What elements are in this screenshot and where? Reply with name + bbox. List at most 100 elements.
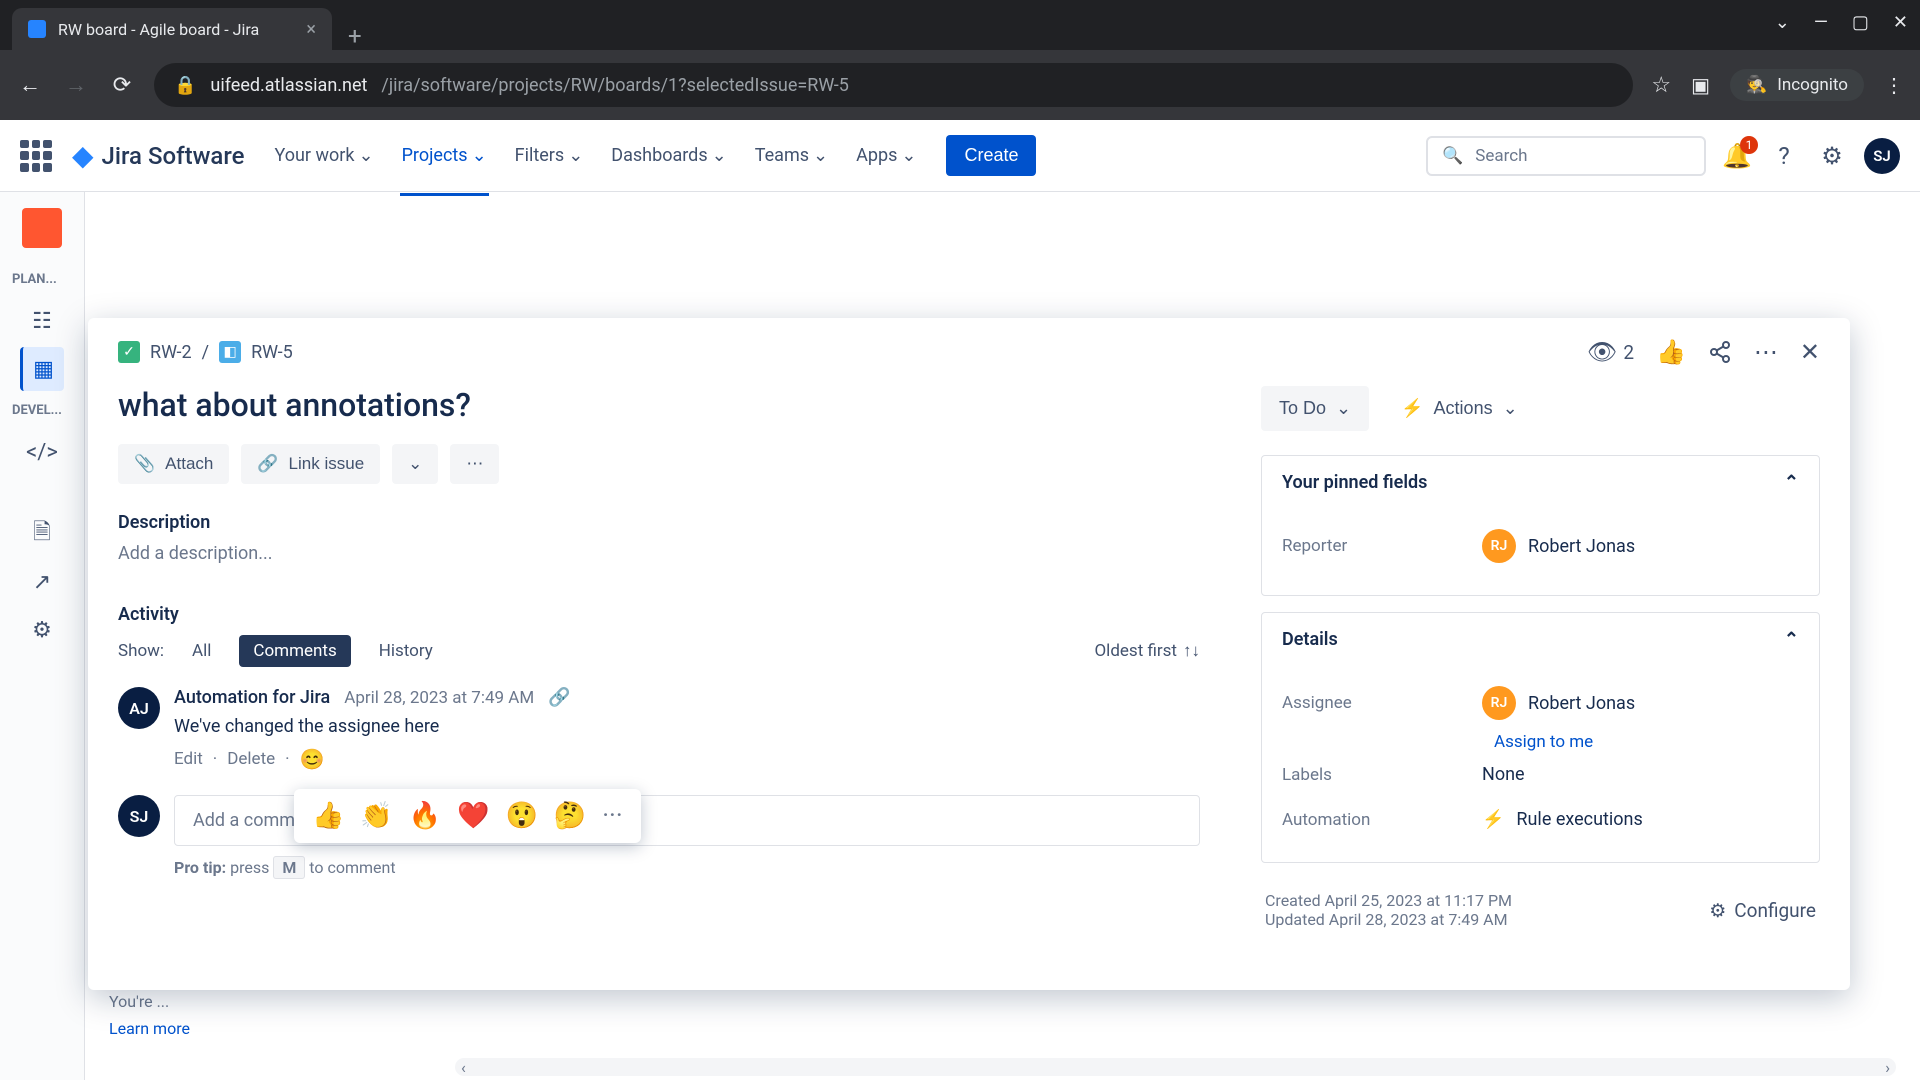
nav-projects[interactable]: Projects ⌄: [392, 137, 497, 174]
nav-apps[interactable]: Apps ⌄: [846, 137, 926, 174]
assignee-value[interactable]: RJ Robert Jonas: [1482, 686, 1799, 720]
chevron-up-icon: ⌃: [1784, 629, 1799, 650]
like-button[interactable]: 👍: [1656, 338, 1686, 366]
comment-delete[interactable]: Delete: [227, 749, 275, 769]
address-bar[interactable]: 🔒 uifeed.atlassian.net/jira/software/pro…: [154, 63, 1633, 107]
comment-avatar[interactable]: AJ: [118, 687, 160, 729]
assignee-label: Assignee: [1282, 693, 1482, 713]
chevron-down-icon: ⌄: [901, 145, 916, 166]
actions-dropdown[interactable]: ⚡ Actions ⌄: [1383, 386, 1536, 431]
add-reaction-icon[interactable]: 😊: [300, 747, 325, 771]
sidebar-item-code[interactable]: </>: [20, 430, 64, 474]
sidebar-item-settings[interactable]: ⚙: [20, 608, 64, 652]
emoji-astonished[interactable]: 😲: [506, 801, 538, 831]
created-timestamp: Created April 25, 2023 at 11:17 PM: [1265, 891, 1512, 910]
chevron-down-icon: ⌄: [1336, 398, 1351, 419]
back-button[interactable]: ←: [16, 72, 44, 98]
configure-button[interactable]: ⚙ Configure: [1709, 891, 1816, 929]
project-icon[interactable]: [22, 208, 62, 248]
new-tab-button[interactable]: +: [332, 22, 378, 50]
browser-menu-icon[interactable]: ⋮: [1884, 73, 1904, 97]
emoji-fire[interactable]: 🔥: [409, 801, 441, 831]
maximize-icon[interactable]: ▢: [1852, 12, 1869, 33]
tab-history[interactable]: History: [365, 635, 447, 667]
sidebar-item-board[interactable]: ▦: [20, 347, 64, 391]
details-panel: Details ⌃ Assignee RJ Robert Jonas Assig…: [1261, 612, 1820, 863]
updated-timestamp: Updated April 28, 2023 at 7:49 AM: [1265, 910, 1512, 929]
description-field[interactable]: Add a description...: [118, 543, 1200, 564]
attach-button[interactable]: 📎 Attach: [118, 444, 229, 484]
learn-more-link[interactable]: Learn more: [109, 1019, 1896, 1038]
link-issue-dropdown[interactable]: ⌄: [392, 444, 438, 484]
extension-icon[interactable]: ▣: [1691, 73, 1710, 97]
sidebar-item-roadmap[interactable]: ☷: [20, 299, 64, 343]
horizontal-scrollbar[interactable]: ‹ ›: [455, 1058, 1896, 1076]
reporter-value[interactable]: RJ Robert Jonas: [1482, 529, 1799, 563]
labels-value[interactable]: None: [1482, 764, 1799, 785]
user-avatar[interactable]: SJ: [1864, 138, 1900, 174]
scroll-right-icon[interactable]: ›: [1879, 1058, 1896, 1077]
app-switcher-icon[interactable]: [20, 140, 52, 172]
emoji-heart[interactable]: ❤️: [457, 801, 489, 831]
task-icon: ◧: [219, 341, 241, 363]
search-input[interactable]: 🔍 Search: [1426, 136, 1706, 176]
more-actions-icon[interactable]: ⋯: [1754, 338, 1778, 366]
tab-all[interactable]: All: [178, 635, 225, 667]
reporter-label: Reporter: [1282, 536, 1482, 556]
breadcrumb-parent[interactable]: RW-2: [150, 342, 192, 363]
emoji-clap[interactable]: 👏: [360, 801, 392, 831]
pinned-fields-header[interactable]: Your pinned fields ⌃: [1262, 456, 1819, 509]
scroll-left-icon[interactable]: ‹: [455, 1058, 472, 1077]
notifications-icon[interactable]: 🔔1: [1722, 142, 1752, 170]
minimize-icon[interactable]: ―: [1814, 12, 1828, 33]
tab-close-icon[interactable]: ×: [306, 19, 316, 40]
details-header[interactable]: Details ⌃: [1262, 613, 1819, 666]
bookmark-icon[interactable]: ☆: [1651, 73, 1671, 98]
automation-value[interactable]: ⚡ Rule executions: [1482, 809, 1799, 830]
issue-title[interactable]: what about annotations?: [118, 386, 1200, 424]
settings-icon[interactable]: ⚙: [1816, 140, 1848, 172]
jira-logo[interactable]: ◆ Jira Software: [72, 139, 244, 172]
close-modal-icon[interactable]: ✕: [1800, 338, 1820, 366]
sidebar-section-planning: PLAN...: [0, 264, 84, 295]
nav-filters[interactable]: Filters ⌄: [505, 137, 594, 174]
chevron-down-icon: ⌄: [472, 145, 487, 166]
status-dropdown[interactable]: To Do ⌄: [1261, 386, 1369, 431]
chevron-down-icon: ⌄: [712, 145, 727, 166]
nav-teams[interactable]: Teams ⌄: [745, 137, 838, 174]
browser-tab[interactable]: RW board - Agile board - Jira ×: [12, 8, 332, 50]
jira-logo-icon: ◆: [72, 139, 94, 172]
automation-label: Automation: [1282, 810, 1482, 830]
share-button[interactable]: [1708, 340, 1732, 364]
incognito-label: Incognito: [1777, 75, 1848, 95]
nav-dashboards[interactable]: Dashboards ⌄: [601, 137, 736, 174]
comment-text: We've changed the assignee here: [174, 716, 1200, 737]
link-issue-button[interactable]: 🔗 Link issue: [241, 444, 380, 484]
comment-permalink-icon[interactable]: 🔗: [548, 687, 570, 708]
chevron-down-icon: ⌄: [358, 145, 373, 166]
more-toolbar-icon[interactable]: ⋯: [450, 444, 499, 484]
watchers-button[interactable]: 👁 2: [1587, 338, 1634, 366]
breadcrumb-current[interactable]: RW-5: [251, 342, 293, 363]
comment-edit[interactable]: Edit: [174, 749, 203, 769]
nav-your-work[interactable]: Your work ⌄: [264, 137, 383, 174]
chevron-down-icon: ⌄: [568, 145, 583, 166]
sort-icon: ↑↓: [1183, 641, 1200, 661]
chevron-down-icon[interactable]: ⌄: [1775, 12, 1790, 33]
incognito-indicator[interactable]: 🕵️ Incognito: [1730, 69, 1864, 101]
close-window-icon[interactable]: ✕: [1893, 12, 1908, 33]
assign-to-me-link[interactable]: Assign to me: [1494, 732, 1799, 752]
reload-button[interactable]: ⟳: [108, 73, 136, 98]
sort-button[interactable]: Oldest first ↑↓: [1094, 641, 1200, 661]
emoji-picker: 👍 👏 🔥 ❤️ 😲 🤔 ···: [294, 789, 641, 843]
sidebar-item-shortcut[interactable]: ↗: [20, 560, 64, 604]
emoji-thinking[interactable]: 🤔: [554, 801, 586, 831]
tab-comments[interactable]: Comments: [239, 635, 350, 667]
comment-author[interactable]: Automation for Jira: [174, 687, 330, 708]
create-button[interactable]: Create: [946, 135, 1036, 176]
emoji-thumbs-up[interactable]: 👍: [312, 801, 344, 831]
watchers-count: 2: [1623, 341, 1634, 364]
emoji-more[interactable]: ···: [602, 801, 622, 831]
help-icon[interactable]: ?: [1768, 140, 1800, 172]
sidebar-item-pages[interactable]: 🗎: [20, 512, 64, 556]
